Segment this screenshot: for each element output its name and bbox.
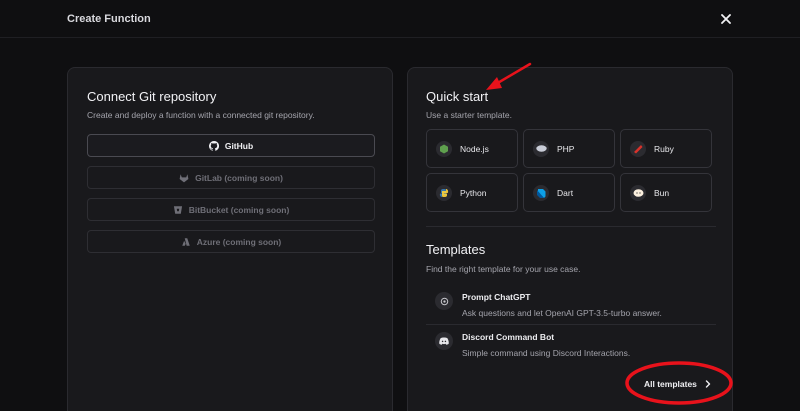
runtime-label: Dart	[557, 187, 574, 198]
bun-icon	[630, 184, 646, 201]
gitlab-label: GitLab (coming soon)	[195, 172, 283, 183]
all-templates-link[interactable]: All templates	[644, 379, 711, 389]
git-panel-title: Connect Git repository	[87, 89, 217, 104]
azure-label: Azure (coming soon)	[196, 236, 282, 247]
close-icon	[721, 14, 731, 24]
bitbucket-button[interactable]: BitBucket (coming soon)	[87, 198, 375, 221]
templates-subtitle: Find the right template for your use cas…	[426, 264, 581, 274]
github-icon	[208, 140, 219, 151]
php-icon	[533, 140, 549, 157]
template-name: Prompt ChatGPT	[462, 292, 531, 302]
gitlab-icon	[179, 173, 189, 182]
chevron-right-icon	[705, 380, 711, 388]
runtime-python[interactable]: Python	[426, 173, 518, 212]
template-item-prompt-chatgpt[interactable]: Prompt ChatGPT Ask questions and let Ope…	[435, 292, 717, 328]
templates-title: Templates	[426, 242, 486, 257]
close-button[interactable]	[718, 11, 734, 27]
quickstart-panel: Quick start Use a starter template. Node…	[407, 67, 733, 411]
runtime-grid: Node.js PHP Ruby Python Dart Bun	[426, 129, 716, 212]
runtime-dart[interactable]: Dart	[523, 173, 615, 212]
runtime-nodejs[interactable]: Node.js	[426, 129, 518, 168]
nodejs-icon	[436, 140, 452, 157]
openai-icon	[435, 292, 453, 310]
dart-icon	[533, 184, 549, 201]
github-label: GitHub	[224, 140, 254, 151]
header: Create Function	[0, 0, 800, 38]
runtime-php[interactable]: PHP	[523, 129, 615, 168]
quickstart-title: Quick start	[426, 89, 489, 104]
git-panel-subtitle: Create and deploy a function with a conn…	[87, 110, 315, 120]
github-button[interactable]: GitHub	[87, 134, 375, 157]
template-name: Discord Command Bot	[462, 332, 555, 342]
runtime-label: PHP	[557, 143, 575, 154]
azure-button[interactable]: Azure (coming soon)	[87, 230, 375, 253]
runtime-label: Ruby	[654, 143, 674, 154]
runtime-ruby[interactable]: Ruby	[620, 129, 712, 168]
all-templates-label: All templates	[644, 379, 697, 389]
template-item-discord-bot[interactable]: Discord Command Bot Simple command using…	[435, 332, 717, 368]
git-panel: Connect Git repository Create and deploy…	[67, 67, 393, 411]
divider	[426, 226, 716, 227]
page-title: Create Function	[67, 12, 151, 25]
ruby-icon	[630, 140, 646, 157]
quickstart-subtitle: Use a starter template.	[426, 110, 512, 120]
template-desc: Simple command using Discord Interaction…	[462, 348, 631, 358]
template-desc: Ask questions and let OpenAI GPT-3.5-tur…	[462, 308, 662, 318]
gitlab-button[interactable]: GitLab (coming soon)	[87, 166, 375, 189]
bitbucket-icon	[173, 205, 182, 214]
runtime-label: Bun	[654, 187, 670, 198]
divider	[426, 324, 716, 325]
bitbucket-label: BitBucket (coming soon)	[188, 204, 290, 215]
runtime-label: Node.js	[460, 143, 489, 154]
discord-icon	[435, 332, 453, 350]
runtime-bun[interactable]: Bun	[620, 173, 712, 212]
python-icon	[436, 184, 452, 201]
runtime-label: Python	[460, 187, 487, 198]
azure-icon	[181, 237, 190, 246]
